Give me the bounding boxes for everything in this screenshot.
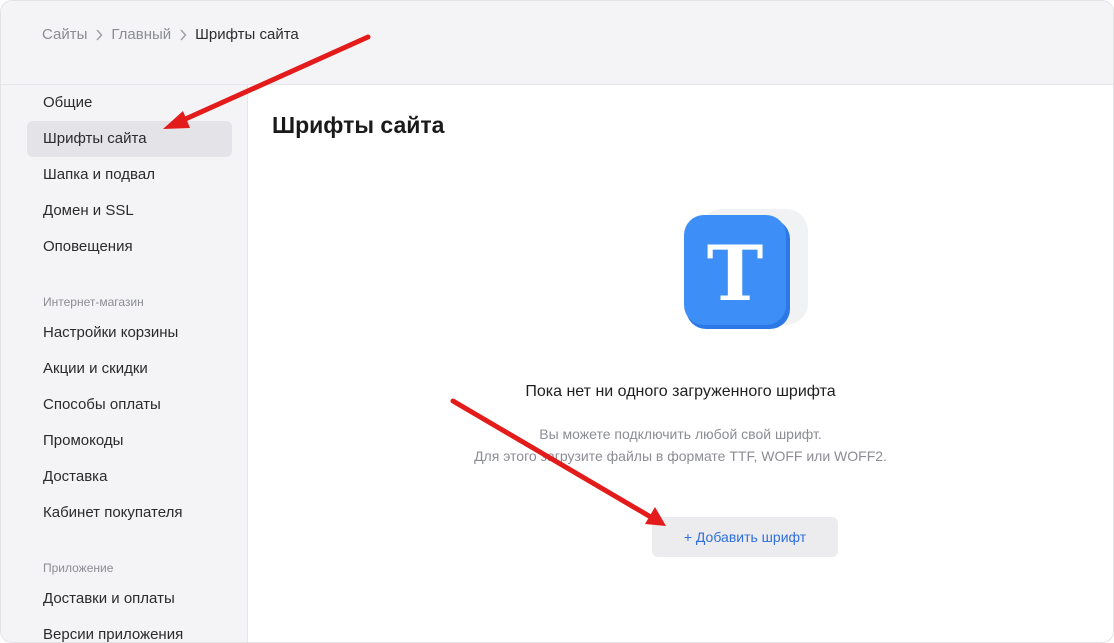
sidebar-item-cart-settings[interactable]: Настройки корзины [27, 315, 232, 351]
svg-text:T: T [707, 229, 764, 318]
sidebar-item-site-fonts[interactable]: Шрифты сайта [27, 121, 232, 157]
sidebar-item-general[interactable]: Общие [27, 85, 232, 121]
empty-state-desc-line2: Для этого загрузите файлы в формате TTF,… [474, 448, 887, 464]
sidebar-item-notifications[interactable]: Оповещения [27, 229, 232, 265]
sidebar-item-payment-methods[interactable]: Способы оплаты [27, 387, 232, 423]
sidebar-item-promotions[interactable]: Акции и скидки [27, 351, 232, 387]
sidebar-item-promo-codes[interactable]: Промокоды [27, 423, 232, 459]
sidebar-item-app-delivery-payment[interactable]: Доставки и оплаты [27, 581, 232, 617]
chevron-right-icon [87, 25, 111, 45]
sidebar-item-header-footer[interactable]: Шапка и подвал [27, 157, 232, 193]
sidebar: Общие Шрифты сайта Шапка и подвал Домен … [1, 85, 248, 642]
breadcrumb-current: Шрифты сайта [195, 26, 299, 43]
empty-state-desc-line1: Вы можете подключить любой свой шрифт. [539, 426, 822, 442]
breadcrumb-sites[interactable]: Сайты [42, 25, 87, 45]
sidebar-item-domain-ssl[interactable]: Домен и SSL [27, 193, 232, 229]
main-content: Шрифты сайта T Пока нет ни одного загруж… [248, 85, 1113, 642]
app-window: Сайты Главный Шрифты сайта Общие Шрифты … [0, 0, 1114, 643]
sidebar-item-app-versions[interactable]: Версии приложения [27, 617, 232, 642]
top-bar: Сайты Главный Шрифты сайта [1, 1, 1113, 85]
empty-state-title: Пока нет ни одного загруженного шрифта [525, 383, 836, 400]
breadcrumb-main[interactable]: Главный [111, 25, 171, 45]
sidebar-item-delivery[interactable]: Доставка [27, 459, 232, 495]
sidebar-section-shop: Интернет-магазин [43, 295, 144, 309]
chevron-right-icon [171, 25, 195, 45]
add-font-button[interactable]: + Добавить шрифт [652, 517, 838, 557]
sidebar-item-customer-account[interactable]: Кабинет покупателя [27, 495, 232, 531]
breadcrumb: Сайты Главный Шрифты сайта [42, 25, 299, 45]
font-icon: T [684, 209, 808, 333]
sidebar-section-app: Приложение [43, 561, 114, 575]
page-title: Шрифты сайта [272, 112, 445, 138]
